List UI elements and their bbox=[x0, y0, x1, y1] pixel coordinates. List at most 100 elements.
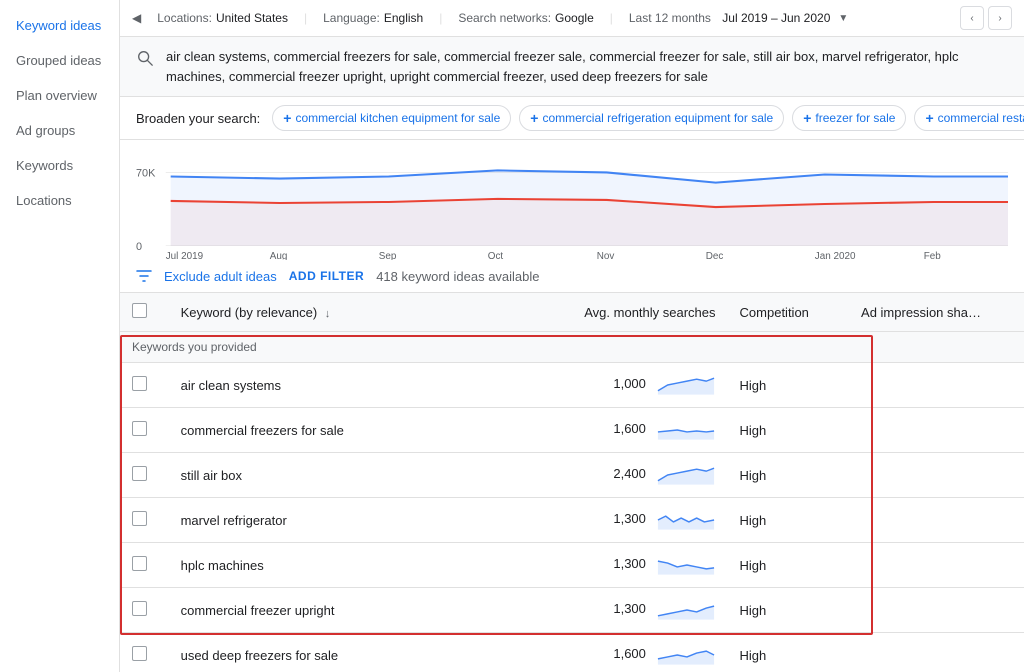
plus-icon-0: + bbox=[283, 110, 291, 126]
broaden-tag-label-0: commercial kitchen equipment for sale bbox=[295, 111, 500, 125]
competition-value: High bbox=[740, 558, 767, 573]
row-checkbox-2[interactable] bbox=[132, 466, 147, 481]
row-checkbox-1[interactable] bbox=[132, 421, 147, 436]
monthly-value: 2,400 bbox=[613, 466, 646, 481]
header-keyword[interactable]: Keyword (by relevance) ↓ bbox=[169, 293, 534, 332]
keyword-text: commercial freezers for sale bbox=[181, 423, 344, 438]
sidebar-item-label: Grouped ideas bbox=[16, 53, 101, 68]
header-impression[interactable]: Ad impression sha… bbox=[849, 293, 1024, 332]
sparkline-icon bbox=[656, 643, 716, 667]
header-competition[interactable]: Competition bbox=[728, 293, 850, 332]
header-checkbox[interactable] bbox=[132, 303, 147, 318]
row-checkbox-3[interactable] bbox=[132, 511, 147, 526]
sidebar-item-label: Keyword ideas bbox=[16, 18, 101, 33]
add-filter-button[interactable]: ADD FILTER bbox=[289, 269, 364, 283]
row-keyword-cell: hplc machines bbox=[169, 543, 534, 588]
row-checkbox-6[interactable] bbox=[132, 646, 147, 661]
nav-arrows: ‹ › bbox=[960, 6, 1012, 30]
keyword-text: marvel refrigerator bbox=[181, 513, 287, 528]
sidebar-item-label: Ad groups bbox=[16, 123, 75, 138]
competition-value: High bbox=[740, 378, 767, 393]
broaden-tag-0[interactable]: + commercial kitchen equipment for sale bbox=[272, 105, 511, 131]
row-competition-cell: High bbox=[728, 543, 850, 588]
sidebar-item-locations[interactable]: Locations bbox=[0, 183, 119, 218]
row-impression-cell bbox=[849, 498, 1024, 543]
sidebar-item-grouped-ideas[interactable]: Grouped ideas bbox=[0, 43, 119, 78]
row-check-cell bbox=[120, 408, 169, 453]
monthly-value: 1,600 bbox=[613, 646, 646, 661]
next-arrow[interactable]: › bbox=[988, 6, 1012, 30]
locations-label: Locations: bbox=[157, 11, 212, 25]
row-monthly-cell: 2,400 bbox=[533, 453, 727, 498]
svg-text:Nov: Nov bbox=[597, 251, 615, 260]
monthly-value: 1,300 bbox=[613, 601, 646, 616]
table-row: used deep freezers for sale 1,600 High bbox=[120, 633, 1024, 672]
monthly-value: 1,300 bbox=[613, 556, 646, 571]
row-checkbox-5[interactable] bbox=[132, 601, 147, 616]
header-monthly[interactable]: Avg. monthly searches bbox=[533, 293, 727, 332]
search-box: air clean systems, commercial freezers f… bbox=[120, 37, 1024, 97]
broaden-tag-1[interactable]: + commercial refrigeration equipment for… bbox=[519, 105, 784, 131]
broaden-tag-2[interactable]: + freezer for sale bbox=[792, 105, 906, 131]
language-value: English bbox=[384, 11, 423, 25]
plus-icon-3: + bbox=[925, 110, 933, 126]
svg-text:Jan 2020: Jan 2020 bbox=[815, 251, 856, 260]
row-monthly-cell: 1,300 bbox=[533, 498, 727, 543]
sidebar-item-keywords[interactable]: Keywords bbox=[0, 148, 119, 183]
sidebar-item-keyword-ideas[interactable]: Keyword ideas bbox=[0, 8, 119, 43]
language-label: Language: bbox=[323, 11, 380, 25]
sparkline-icon bbox=[656, 598, 716, 622]
sparkline-icon bbox=[656, 463, 716, 487]
main-content: ◀ Locations: United States | Language: E… bbox=[120, 0, 1024, 672]
broaden-label: Broaden your search: bbox=[136, 111, 260, 126]
monthly-value: 1,300 bbox=[613, 511, 646, 526]
row-check-cell bbox=[120, 453, 169, 498]
row-monthly-cell: 1,600 bbox=[533, 633, 727, 672]
competition-value: High bbox=[740, 648, 767, 663]
filter-count: 418 keyword ideas available bbox=[376, 269, 539, 284]
sparkline-icon bbox=[656, 418, 716, 442]
table-row: air clean systems 1,000 High bbox=[120, 363, 1024, 408]
row-check-cell bbox=[120, 543, 169, 588]
period-value: Jul 2019 – Jun 2020 bbox=[722, 11, 830, 25]
row-monthly-cell: 1,600 bbox=[533, 408, 727, 453]
broaden-bar: Broaden your search: + commercial kitche… bbox=[120, 97, 1024, 140]
networks-item: Search networks: Google bbox=[458, 11, 593, 25]
group-header-row: Keywords you provided bbox=[120, 332, 1024, 363]
back-arrow[interactable]: ◀ bbox=[132, 11, 141, 25]
svg-text:Sep: Sep bbox=[379, 251, 397, 260]
table-container: Keyword (by relevance) ↓ Avg. monthly se… bbox=[120, 293, 1024, 672]
keyword-text: used deep freezers for sale bbox=[181, 648, 339, 663]
row-keyword-cell: used deep freezers for sale bbox=[169, 633, 534, 672]
search-text: air clean systems, commercial freezers f… bbox=[166, 47, 1008, 86]
row-impression-cell bbox=[849, 453, 1024, 498]
table-row: commercial freezer upright 1,300 High bbox=[120, 588, 1024, 633]
svg-text:Aug: Aug bbox=[270, 251, 288, 260]
prev-arrow[interactable]: ‹ bbox=[960, 6, 984, 30]
language-item: Language: English bbox=[323, 11, 423, 25]
broaden-tag-3[interactable]: + commercial restau… bbox=[914, 105, 1024, 131]
row-keyword-cell: marvel refrigerator bbox=[169, 498, 534, 543]
broaden-tag-label-3: commercial restau… bbox=[938, 111, 1024, 125]
row-check-cell bbox=[120, 633, 169, 672]
competition-value: High bbox=[740, 468, 767, 483]
row-check-cell bbox=[120, 363, 169, 408]
row-monthly-cell: 1,000 bbox=[533, 363, 727, 408]
monthly-value: 1,000 bbox=[613, 376, 646, 391]
top-bar: ◀ Locations: United States | Language: E… bbox=[120, 0, 1024, 37]
row-checkbox-0[interactable] bbox=[132, 376, 147, 391]
row-impression-cell bbox=[849, 408, 1024, 453]
keyword-text: hplc machines bbox=[181, 558, 264, 573]
row-keyword-cell: still air box bbox=[169, 453, 534, 498]
svg-text:0: 0 bbox=[136, 241, 142, 253]
header-keyword-label: Keyword (by relevance) bbox=[181, 305, 318, 320]
sidebar-item-plan-overview[interactable]: Plan overview bbox=[0, 78, 119, 113]
sidebar-item-ad-groups[interactable]: Ad groups bbox=[0, 113, 119, 148]
plus-icon-1: + bbox=[530, 110, 538, 126]
period-dropdown-icon[interactable]: ▼ bbox=[838, 13, 848, 24]
row-competition-cell: High bbox=[728, 408, 850, 453]
broaden-tag-label-2: freezer for sale bbox=[815, 111, 895, 125]
exclude-adult-link[interactable]: Exclude adult ideas bbox=[164, 269, 277, 284]
row-checkbox-4[interactable] bbox=[132, 556, 147, 571]
svg-text:Jul 2019: Jul 2019 bbox=[166, 251, 204, 260]
